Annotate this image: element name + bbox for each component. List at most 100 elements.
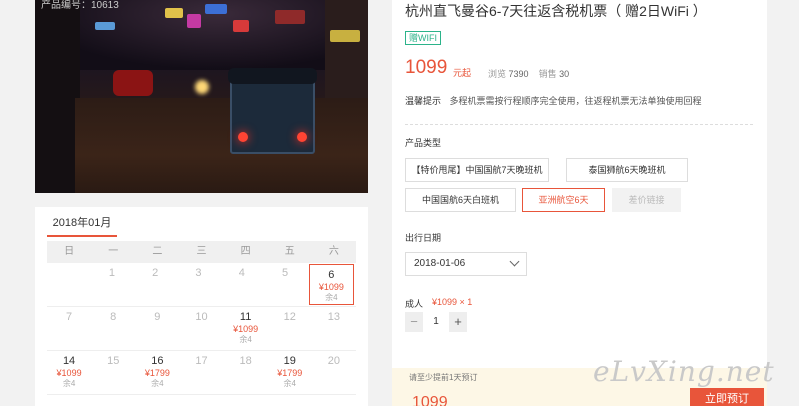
decrement-button[interactable]: − xyxy=(405,312,423,332)
option-price-difference-link: 差价链接 xyxy=(612,188,681,212)
product-photo: 产品编号：10613 xyxy=(35,0,368,193)
calendar-day-6[interactable]: 6 ¥1099 余4 xyxy=(308,264,354,305)
calendar-day-price: ¥1099 xyxy=(233,324,259,334)
calendar-day-number: 17 xyxy=(195,355,208,367)
calendar-day-18: 18 xyxy=(224,351,268,394)
calendar-day-number: 10 xyxy=(195,311,208,323)
calendar-day-17: 17 xyxy=(179,351,223,394)
photo-tuk-tuk xyxy=(228,68,317,154)
notice-text: 多程机票需按行程顺序完全使用，往返程机票无法单独使用回程 xyxy=(449,96,702,106)
calendar-day-number: 3 xyxy=(195,267,202,279)
calendar-day-number: 9 xyxy=(154,311,161,323)
photo-neon-sign xyxy=(205,4,227,14)
calendar-day-7: 7 xyxy=(47,307,91,350)
calendar-day-price: ¥1799 xyxy=(144,368,170,378)
photo-neon-sign xyxy=(275,10,305,24)
product-type-label: 产品类型 xyxy=(405,138,442,148)
views-label: 浏览 xyxy=(488,69,507,79)
option-air-china-6day-day[interactable]: 中国国航6天白班机 xyxy=(405,188,516,212)
calendar-day-price: ¥1099 xyxy=(318,282,344,292)
divider xyxy=(405,124,753,125)
departure-calendar: 2018年01月 日一二三四五六 1 2 3 4 5 6 ¥1099 余4 7 8 9 10 11 ¥10… xyxy=(35,207,368,406)
calendar-week-row: 1 2 3 4 5 6 ¥1099 余4 xyxy=(47,263,356,307)
calendar-week-row: 14 ¥1099 余4 15 16 ¥1799 余4 17 18 19 ¥1799 余4 20 xyxy=(47,351,356,395)
photo-headlight xyxy=(195,80,209,94)
calendar-day-number: 19 xyxy=(283,355,296,367)
notice: 温馨提示 多程机票需按行程顺序完全使用，往返程机票无法单独使用回程 xyxy=(405,94,702,107)
views-count: 7390 xyxy=(508,69,529,79)
calendar-day-4: 4 xyxy=(220,263,263,306)
sales-label: 销售 xyxy=(538,69,557,79)
calendar-day-number: 5 xyxy=(281,267,289,279)
photo-neon-sign xyxy=(95,22,115,30)
calendar-day-stock: 余4 xyxy=(239,335,252,344)
calendar-day-15: 15 xyxy=(91,351,135,394)
calendar-day-number: 1 xyxy=(108,267,115,279)
weekday-label: 三 xyxy=(196,246,207,257)
calendar-day-number: 8 xyxy=(110,311,117,323)
total-price: 1099 xyxy=(412,394,448,406)
notice-label: 温馨提示 xyxy=(405,96,442,106)
book-now-button[interactable]: 立即预订 xyxy=(690,388,764,406)
calendar-day-price: ¥1099 xyxy=(56,368,82,378)
tuk-tail-light xyxy=(238,132,248,142)
price-unit: 元起 xyxy=(453,68,472,78)
calendar-day-number: 20 xyxy=(327,355,341,367)
booking-tip: 请至少提前1天预订 xyxy=(409,373,478,382)
calendar-day-3: 3 xyxy=(177,263,220,306)
option-air-china-7day-night[interactable]: 【特价甩尾】中国国航7天晚班机 xyxy=(405,158,549,182)
calendar-day-1: 1 xyxy=(90,263,133,306)
calendar-day-number: 2 xyxy=(152,267,159,279)
calendar-day-5: 5 xyxy=(263,263,306,306)
weekday-label: 一 xyxy=(108,246,119,257)
calendar-day-9: 9 xyxy=(135,307,179,350)
tuk-tail-light xyxy=(297,132,307,142)
calendar-day-number: 13 xyxy=(327,311,341,323)
option-thai-lion-6day-night[interactable]: 泰国狮航6天晚班机 xyxy=(566,158,688,182)
photo-building xyxy=(35,0,80,193)
calendar-day-number: 18 xyxy=(239,355,252,367)
calendar-day-stock: 余4 xyxy=(325,293,338,302)
calendar-day-price: ¥1799 xyxy=(277,368,303,378)
tuk-roof xyxy=(228,68,317,84)
calendar-day-number: 16 xyxy=(151,355,164,367)
price-value: 1099 xyxy=(405,57,448,78)
increment-button[interactable]: + xyxy=(449,312,467,332)
adult-label: 成人 xyxy=(405,299,424,309)
calendar-day-number: 4 xyxy=(238,267,245,279)
photo-neon-sign xyxy=(330,30,360,42)
photo-neon-sign xyxy=(187,14,201,28)
calendar-day-number: 6 xyxy=(328,269,335,281)
page: 产品编号：10613 2018年01月 日一二三四五六 1 2 3 4 5 6 ¥1099 余… xyxy=(0,0,799,406)
photo-road xyxy=(75,98,368,193)
calendar-day-empty xyxy=(47,263,90,306)
adult-quantity-value[interactable]: 1 xyxy=(423,312,449,332)
site-watermark: eLvXing.net xyxy=(593,355,775,388)
calendar-day-stock: 余4 xyxy=(151,379,164,388)
weekday-label: 日 xyxy=(64,246,75,257)
product-title: 杭州直飞曼谷6-7天往返含税机票（ 赠2日WiFi ） xyxy=(405,3,707,19)
photo-neon-sign xyxy=(233,20,249,32)
calendar-grid: 1 2 3 4 5 6 ¥1099 余4 7 8 9 10 11 ¥1099 余4 12 13 14 ¥1099 余4… xyxy=(47,263,356,395)
calendar-day-16[interactable]: 16 ¥1799 余4 xyxy=(135,351,179,394)
calendar-day-number: 12 xyxy=(283,311,296,323)
adult-unit-price: ¥1099 × 1 xyxy=(432,297,473,307)
calendar-day-10: 10 xyxy=(179,307,223,350)
option-airasia-6day[interactable]: 亚洲航空6天 xyxy=(522,188,605,212)
calendar-day-14[interactable]: 14 ¥1099 余4 xyxy=(47,351,91,394)
chevron-down-icon xyxy=(509,256,520,267)
calendar-day-11[interactable]: 11 ¥1099 余4 xyxy=(224,307,268,350)
calendar-day-20: 20 xyxy=(312,351,356,394)
calendar-day-number: 15 xyxy=(107,355,120,367)
calendar-weekday-header: 日一二三四五六 xyxy=(47,241,356,263)
sales-count: 30 xyxy=(559,69,570,79)
departure-date-value: 2018-01-06 xyxy=(414,258,466,269)
departure-date-select[interactable]: 2018-01-06 xyxy=(405,252,527,276)
calendar-day-19[interactable]: 19 ¥1799 余4 xyxy=(268,351,312,394)
calendar-day-stock: 余4 xyxy=(283,379,296,388)
product-info-panel: 杭州直飞曼谷6-7天往返含税机票（ 赠2日WiFi ） 赠WIFI 1099 元… xyxy=(392,0,767,406)
photo-car xyxy=(113,70,153,96)
weekday-label: 六 xyxy=(328,246,339,257)
calendar-day-12: 12 xyxy=(268,307,312,350)
calendar-month-tab[interactable]: 2018年01月 xyxy=(47,207,117,237)
